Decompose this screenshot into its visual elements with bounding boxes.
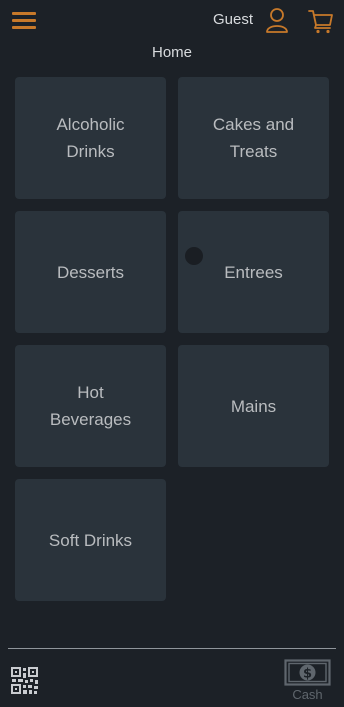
top-bar: Guest bbox=[0, 0, 344, 42]
category-tile-entrees[interactable]: Entrees bbox=[178, 211, 329, 333]
category-tile-cakes-and-treats[interactable]: Cakes and Treats bbox=[178, 77, 329, 199]
page-title: Home bbox=[151, 44, 192, 61]
category-tile-hot-beverages[interactable]: Hot Beverages bbox=[15, 345, 166, 467]
category-label: Soft Drinks bbox=[48, 530, 133, 550]
category-label: Hot Beverages bbox=[49, 383, 132, 429]
qr-code-icon[interactable] bbox=[11, 667, 38, 694]
hamburger-menu-icon[interactable] bbox=[12, 9, 37, 31]
category-label: Cakes and Treats bbox=[212, 115, 295, 161]
category-label: Alcoholic Drinks bbox=[56, 115, 125, 161]
cursor-dot bbox=[185, 247, 203, 265]
cash-button[interactable]: $ Cash bbox=[284, 659, 331, 703]
cash-label: Cash bbox=[292, 687, 323, 702]
user-icon[interactable] bbox=[265, 7, 289, 33]
category-label: Entrees bbox=[224, 262, 283, 282]
app-screen: Guest Home Alcoholic Drinks Cakes and Tr… bbox=[0, 0, 344, 707]
category-tile-soft-drinks[interactable]: Soft Drinks bbox=[15, 479, 166, 601]
category-tile-alcoholic-drinks[interactable]: Alcoholic Drinks bbox=[15, 77, 166, 199]
dollar-banknote-icon: $ bbox=[284, 659, 331, 686]
category-label: Mains bbox=[230, 396, 277, 416]
category-tile-desserts[interactable]: Desserts bbox=[15, 211, 166, 333]
category-grid: Alcoholic Drinks Cakes and Treats Desser… bbox=[15, 77, 329, 601]
svg-text:$: $ bbox=[303, 667, 312, 682]
footer-divider bbox=[8, 648, 336, 649]
guest-label[interactable]: Guest bbox=[213, 11, 253, 28]
category-label: Desserts bbox=[56, 262, 125, 282]
category-tile-mains[interactable]: Mains bbox=[178, 345, 329, 467]
cart-icon[interactable] bbox=[308, 8, 334, 34]
